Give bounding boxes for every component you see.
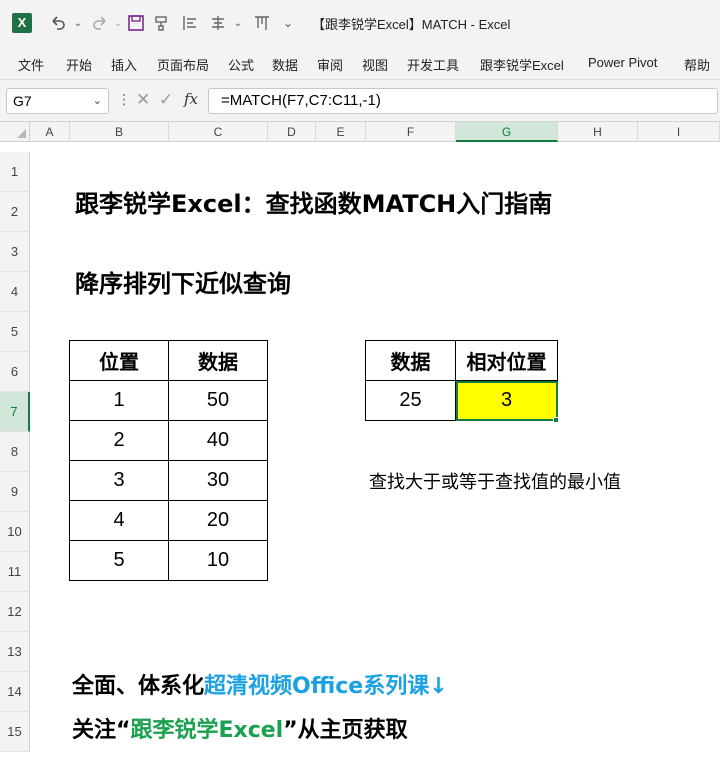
tab-custom[interactable]: 跟李锐学Excel bbox=[480, 55, 564, 74]
align-left-icon[interactable] bbox=[178, 11, 202, 35]
table-cell[interactable]: 2 bbox=[69, 420, 169, 461]
distribute-icon[interactable] bbox=[250, 11, 274, 35]
column-header-i[interactable]: I bbox=[638, 122, 720, 142]
header-cell-lookup-value[interactable]: 数据 bbox=[365, 340, 456, 381]
sheet-title[interactable]: 跟李锐学Excel：查找函数MATCH入门指南 bbox=[75, 184, 552, 219]
note-text[interactable]: 查找大于或等于查找值的最小值 bbox=[369, 468, 621, 494]
align-dropdown-icon[interactable]: ⌄ bbox=[232, 11, 244, 35]
tab-insert[interactable]: 插入 bbox=[111, 55, 137, 74]
select-all-icon bbox=[17, 129, 26, 138]
ribbon-tabs: 文件 开始 插入 页面布局 公式 数据 审阅 视图 开发工具 跟李锐学Excel… bbox=[0, 46, 720, 80]
promo-text: 全面、体系化 bbox=[72, 674, 205, 699]
column-header-c[interactable]: C bbox=[169, 122, 268, 142]
promo-highlight: 超清视频Office系列课↓ bbox=[204, 674, 448, 699]
name-box-value: G7 bbox=[13, 93, 32, 109]
tab-help[interactable]: 帮助 bbox=[684, 55, 710, 74]
row-header[interactable]: 3 bbox=[0, 232, 30, 272]
table-row: 4 20 bbox=[69, 500, 268, 541]
tab-data[interactable]: 数据 bbox=[272, 55, 298, 74]
row-header[interactable]: 5 bbox=[0, 312, 30, 352]
formula-bar: G7 ⌄ ⋮ ✕ ✓ fx =MATCH(F7,C7:C11,-1) bbox=[0, 80, 720, 122]
result-cell-selected[interactable]: 3 bbox=[455, 380, 558, 421]
promo-line-2[interactable]: 关注“跟李锐学Excel”从主页获取 bbox=[72, 712, 408, 744]
redo-icon[interactable] bbox=[88, 11, 112, 35]
column-header-a[interactable]: A bbox=[30, 122, 70, 142]
header-cell-data[interactable]: 数据 bbox=[168, 340, 268, 381]
table-cell[interactable]: 40 bbox=[168, 420, 268, 461]
row-header[interactable]: 2 bbox=[0, 192, 30, 232]
sheet-subtitle[interactable]: 降序排列下近似查询 bbox=[75, 264, 291, 299]
row-header[interactable]: 10 bbox=[0, 512, 30, 552]
table-cell[interactable]: 4 bbox=[69, 500, 169, 541]
title-bar: X ⌄ ⌄ ⌄ ⌄ 【跟李锐学Excel】MATCH - Excel bbox=[0, 0, 720, 46]
align-center-icon[interactable] bbox=[206, 11, 230, 35]
row-header[interactable]: 9 bbox=[0, 472, 30, 512]
redo-dropdown-icon[interactable]: ⌄ bbox=[112, 11, 124, 35]
header-cell-position[interactable]: 位置 bbox=[69, 340, 169, 381]
table-cell[interactable]: 1 bbox=[69, 380, 169, 421]
table-row: 5 10 bbox=[69, 540, 268, 581]
cancel-icon[interactable]: ✕ bbox=[136, 90, 150, 110]
tab-view[interactable]: 视图 bbox=[362, 55, 388, 74]
tab-formulas[interactable]: 公式 bbox=[228, 55, 254, 74]
header-cell-relative-position[interactable]: 相对位置 bbox=[455, 340, 558, 381]
promo-text: 关注“ bbox=[72, 718, 131, 743]
promo-brand: 跟李锐学Excel bbox=[130, 718, 284, 743]
formula-input[interactable]: =MATCH(F7,C7:C11,-1) bbox=[208, 88, 718, 114]
table-row: 25 3 bbox=[365, 380, 558, 421]
name-box[interactable]: G7 ⌄ bbox=[6, 88, 109, 114]
tab-review[interactable]: 审阅 bbox=[317, 55, 343, 74]
promo-text: ”从主页获取 bbox=[283, 718, 408, 743]
customize-toolbar-icon[interactable]: ⌄ bbox=[280, 11, 296, 35]
table-cell[interactable]: 30 bbox=[168, 460, 268, 501]
row-header[interactable]: 8 bbox=[0, 432, 30, 472]
tab-power-pivot[interactable]: Power Pivot bbox=[588, 55, 657, 70]
column-header-h[interactable]: H bbox=[558, 122, 638, 142]
enter-icon[interactable]: ✓ bbox=[159, 90, 173, 110]
row-header[interactable]: 1 bbox=[0, 152, 30, 192]
row-header[interactable]: 12 bbox=[0, 592, 30, 632]
row-header[interactable]: 6 bbox=[0, 352, 30, 392]
table-header-row: 位置 数据 bbox=[69, 340, 268, 381]
data-table: 位置 数据 1 50 2 40 3 30 4 20 5 10 bbox=[69, 340, 268, 581]
promo-line-1[interactable]: 全面、体系化超清视频Office系列课↓ bbox=[72, 668, 448, 700]
excel-app-icon: X bbox=[12, 13, 32, 33]
undo-dropdown-icon[interactable]: ⌄ bbox=[72, 11, 84, 35]
table-cell[interactable]: 5 bbox=[69, 540, 169, 581]
format-painter-icon[interactable] bbox=[150, 11, 174, 35]
lookup-value-cell[interactable]: 25 bbox=[365, 380, 456, 421]
row-header-active[interactable]: 7 bbox=[0, 392, 30, 432]
insert-function-icon[interactable]: fx bbox=[184, 90, 198, 108]
chevron-down-icon[interactable]: ⌄ bbox=[93, 89, 102, 113]
table-row: 3 30 bbox=[69, 460, 268, 501]
lookup-table: 数据 相对位置 25 3 bbox=[365, 340, 558, 421]
table-cell[interactable]: 20 bbox=[168, 500, 268, 541]
row-header[interactable]: 15 bbox=[0, 712, 30, 752]
more-icon[interactable]: ⋮ bbox=[117, 92, 131, 108]
row-header[interactable]: 11 bbox=[0, 552, 30, 592]
table-row: 2 40 bbox=[69, 420, 268, 461]
row-header[interactable]: 4 bbox=[0, 272, 30, 312]
column-header-d[interactable]: D bbox=[268, 122, 316, 142]
undo-icon[interactable] bbox=[46, 11, 70, 35]
tab-developer[interactable]: 开发工具 bbox=[407, 55, 459, 74]
row-header[interactable]: 13 bbox=[0, 632, 30, 672]
select-all-corner[interactable] bbox=[0, 122, 30, 142]
table-header-row: 数据 相对位置 bbox=[365, 340, 558, 381]
tab-home[interactable]: 开始 bbox=[66, 55, 92, 74]
tab-file[interactable]: 文件 bbox=[18, 55, 44, 74]
tab-page-layout[interactable]: 页面布局 bbox=[157, 55, 209, 74]
table-cell[interactable]: 10 bbox=[168, 540, 268, 581]
table-row: 1 50 bbox=[69, 380, 268, 421]
table-cell[interactable]: 50 bbox=[168, 380, 268, 421]
column-header-e[interactable]: E bbox=[316, 122, 366, 142]
row-header[interactable]: 14 bbox=[0, 672, 30, 712]
window-title: 【跟李锐学Excel】MATCH - Excel bbox=[312, 17, 511, 32]
column-header-g[interactable]: G bbox=[456, 122, 558, 142]
column-header-f[interactable]: F bbox=[366, 122, 456, 142]
table-cell[interactable]: 3 bbox=[69, 460, 169, 501]
save-icon[interactable] bbox=[124, 11, 148, 35]
column-header-b[interactable]: B bbox=[70, 122, 169, 142]
fill-handle[interactable] bbox=[553, 417, 559, 423]
